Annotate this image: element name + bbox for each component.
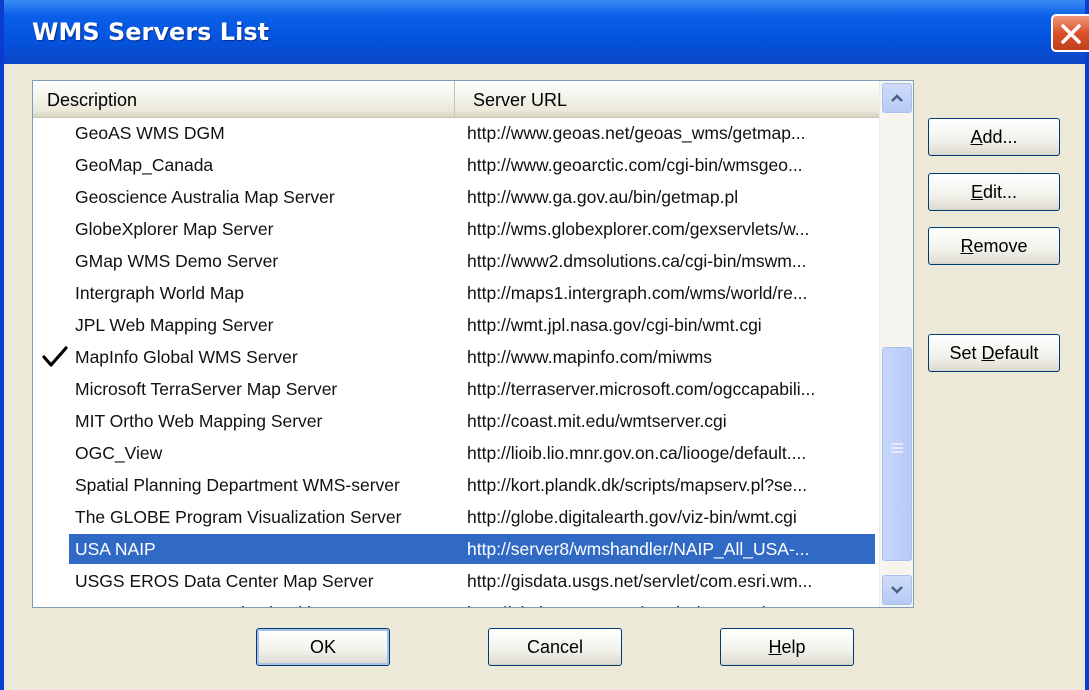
set-default-accel: D [981, 343, 995, 363]
row-description: MIT Ortho Web Mapping Server [75, 411, 323, 431]
row-server-url: http://gisdata.usgs.net/servlet/com.esri… [467, 603, 873, 607]
table-row[interactable]: The GLOBE Program Visualization Server ht… [33, 501, 879, 533]
row-description: Spatial Planning Department WMS-server [75, 475, 400, 495]
row-server-url: http://wmt.jpl.nasa.gov/cgi-bin/wmt.cgi [467, 315, 762, 335]
vertical-scrollbar[interactable] [879, 81, 913, 607]
table-row[interactable]: MapInfo Global WMS Server http://www.mapi… [33, 341, 879, 373]
row-server-url: http://www.geoarctic.com/cgi-bin/wmsgeo.… [467, 155, 803, 175]
table-row[interactable]: GeoMap_Canada http://www.geoarctic.com/cg… [33, 149, 879, 181]
table-row[interactable]: Spatial Planning Department WMS-server ht… [33, 469, 879, 501]
row-server-url: http://wms.globexplorer.com/gexservlets/… [467, 219, 810, 239]
checkmark-icon [42, 346, 68, 367]
row-description: GMap WMS Demo Server [75, 251, 279, 271]
row-description: GeoMap_Canada [75, 155, 214, 175]
thumb-grip [891, 447, 903, 449]
listview-rows: GeoAS WMS DGM http://www.geoas.net/geoas_… [33, 117, 879, 607]
thumb-grip [891, 443, 903, 445]
row-server-url: http://server8/wmshandler/NAIP_All_USA-.… [467, 539, 810, 559]
add-button-accel: A [970, 127, 983, 147]
row-description: USGS EROS Data Center Map Server [75, 571, 374, 591]
row-server-url: http://www.geoas.net/geoas_wms/getmap... [467, 123, 806, 143]
cancel-button[interactable]: Cancel [488, 628, 622, 666]
row-description: OGC_View [75, 443, 163, 463]
close-button[interactable] [1051, 14, 1089, 52]
title-bar[interactable]: WMS Servers List [4, 0, 1089, 64]
scroll-up-arrow-icon [891, 94, 903, 102]
edit-button[interactable]: Edit... [928, 173, 1060, 211]
table-row[interactable]: GlobeXplorer Map Server http://wms.globex… [33, 213, 879, 245]
row-server-url: http://www.ga.gov.au/bin/getmap.pl [467, 187, 739, 207]
row-description: GlobeXplorer Map Server [75, 219, 274, 239]
row-server-url: http://terraserver.microsoft.com/ogccapa… [467, 379, 816, 399]
row-description: Intergraph World Map [75, 283, 244, 303]
table-row[interactable]: GeoAS WMS DGM http://www.geoas.net/geoas_… [33, 117, 879, 149]
wms-servers-dialog: WMS Servers List Description Server URL … [0, 0, 1089, 690]
table-row[interactable]: USGS EROS Data Center Map Server http://g… [33, 565, 879, 597]
row-description: The GLOBE Program Visualization Server [75, 507, 402, 527]
column-header-description[interactable]: Description [33, 81, 455, 117]
row-server-url: http://globe.digitalearth.gov/viz-bin/wm… [467, 507, 797, 527]
remove-button-label: emove [973, 236, 1028, 256]
close-icon [1061, 24, 1081, 44]
scroll-down-arrow-icon [891, 586, 903, 594]
listview-header: Description Server URL [33, 81, 879, 118]
row-server-url: http://lioib.lio.mnr.gov.on.ca/liooge/de… [467, 443, 807, 463]
row-description: WMT Map Server maintained by USGS E... [75, 603, 411, 607]
table-row[interactable]: WMT Map Server maintained by USGS E... ht… [33, 597, 879, 607]
row-description: JPL Web Mapping Server [75, 315, 274, 335]
row-description: USA NAIP [75, 539, 156, 559]
help-button-accel: H [768, 637, 782, 657]
set-default-button[interactable]: Set Default [928, 334, 1060, 372]
table-row[interactable]: Microsoft TerraServer Map Server http://t… [33, 373, 879, 405]
scroll-thumb[interactable] [882, 347, 912, 561]
row-description: Geoscience Australia Map Server [75, 187, 335, 207]
set-default-prefix: Set [949, 343, 982, 363]
thumb-grip [891, 451, 903, 453]
table-row[interactable]: MIT Ortho Web Mapping Server http://coast… [33, 405, 879, 437]
help-button[interactable]: Help [720, 628, 854, 666]
ok-button[interactable]: OK [256, 628, 390, 666]
scroll-down-button[interactable] [882, 575, 912, 605]
row-description: Microsoft TerraServer Map Server [75, 379, 338, 399]
table-row[interactable]: Geoscience Australia Map Server http://ww… [33, 181, 879, 213]
edit-button-accel: E [970, 182, 983, 202]
table-row[interactable]: OGC_View http://lioib.lio.mnr.gov.on.ca/l… [33, 437, 879, 469]
scroll-up-button[interactable] [882, 83, 912, 113]
table-row[interactable]: JPL Web Mapping Server http://wmt.jpl.nas… [33, 309, 879, 341]
help-button-label: elp [781, 637, 806, 657]
edit-button-label: dit... [983, 182, 1018, 202]
row-server-url: http://maps1.intergraph.com/wms/world/re… [467, 283, 808, 303]
row-server-url: http://kort.plandk.dk/scripts/mapserv.pl… [467, 475, 808, 495]
row-server-url: http://gisdata.usgs.net/servlet/com.esri… [467, 571, 813, 591]
row-description: GeoAS WMS DGM [75, 123, 225, 143]
add-button-label: dd... [982, 127, 1018, 147]
set-default-label: efault [994, 343, 1039, 363]
row-server-url: http://www.mapinfo.com/miwms [467, 347, 713, 367]
row-server-url: http://coast.mit.edu/wmtserver.cgi [467, 411, 727, 431]
column-header-server-url[interactable]: Server URL [455, 81, 879, 117]
window-title: WMS Servers List [32, 18, 270, 46]
remove-button[interactable]: Remove [928, 227, 1060, 265]
row-description: MapInfo Global WMS Server [75, 347, 298, 367]
table-row[interactable]: GMap WMS Demo Server http://www2.dmsoluti… [33, 245, 879, 277]
remove-button-accel: R [960, 236, 974, 256]
add-button[interactable]: Add... [928, 118, 1060, 156]
servers-listview[interactable]: Description Server URL GeoAS WMS DGM http… [32, 80, 914, 608]
table-row[interactable]: USA NAIP http://server8/wmshandler/NAIP_A… [33, 533, 879, 565]
row-server-url: http://www2.dmsolutions.ca/cgi-bin/mswm.… [467, 251, 807, 271]
table-row[interactable]: Intergraph World Map http://maps1.intergr… [33, 277, 879, 309]
